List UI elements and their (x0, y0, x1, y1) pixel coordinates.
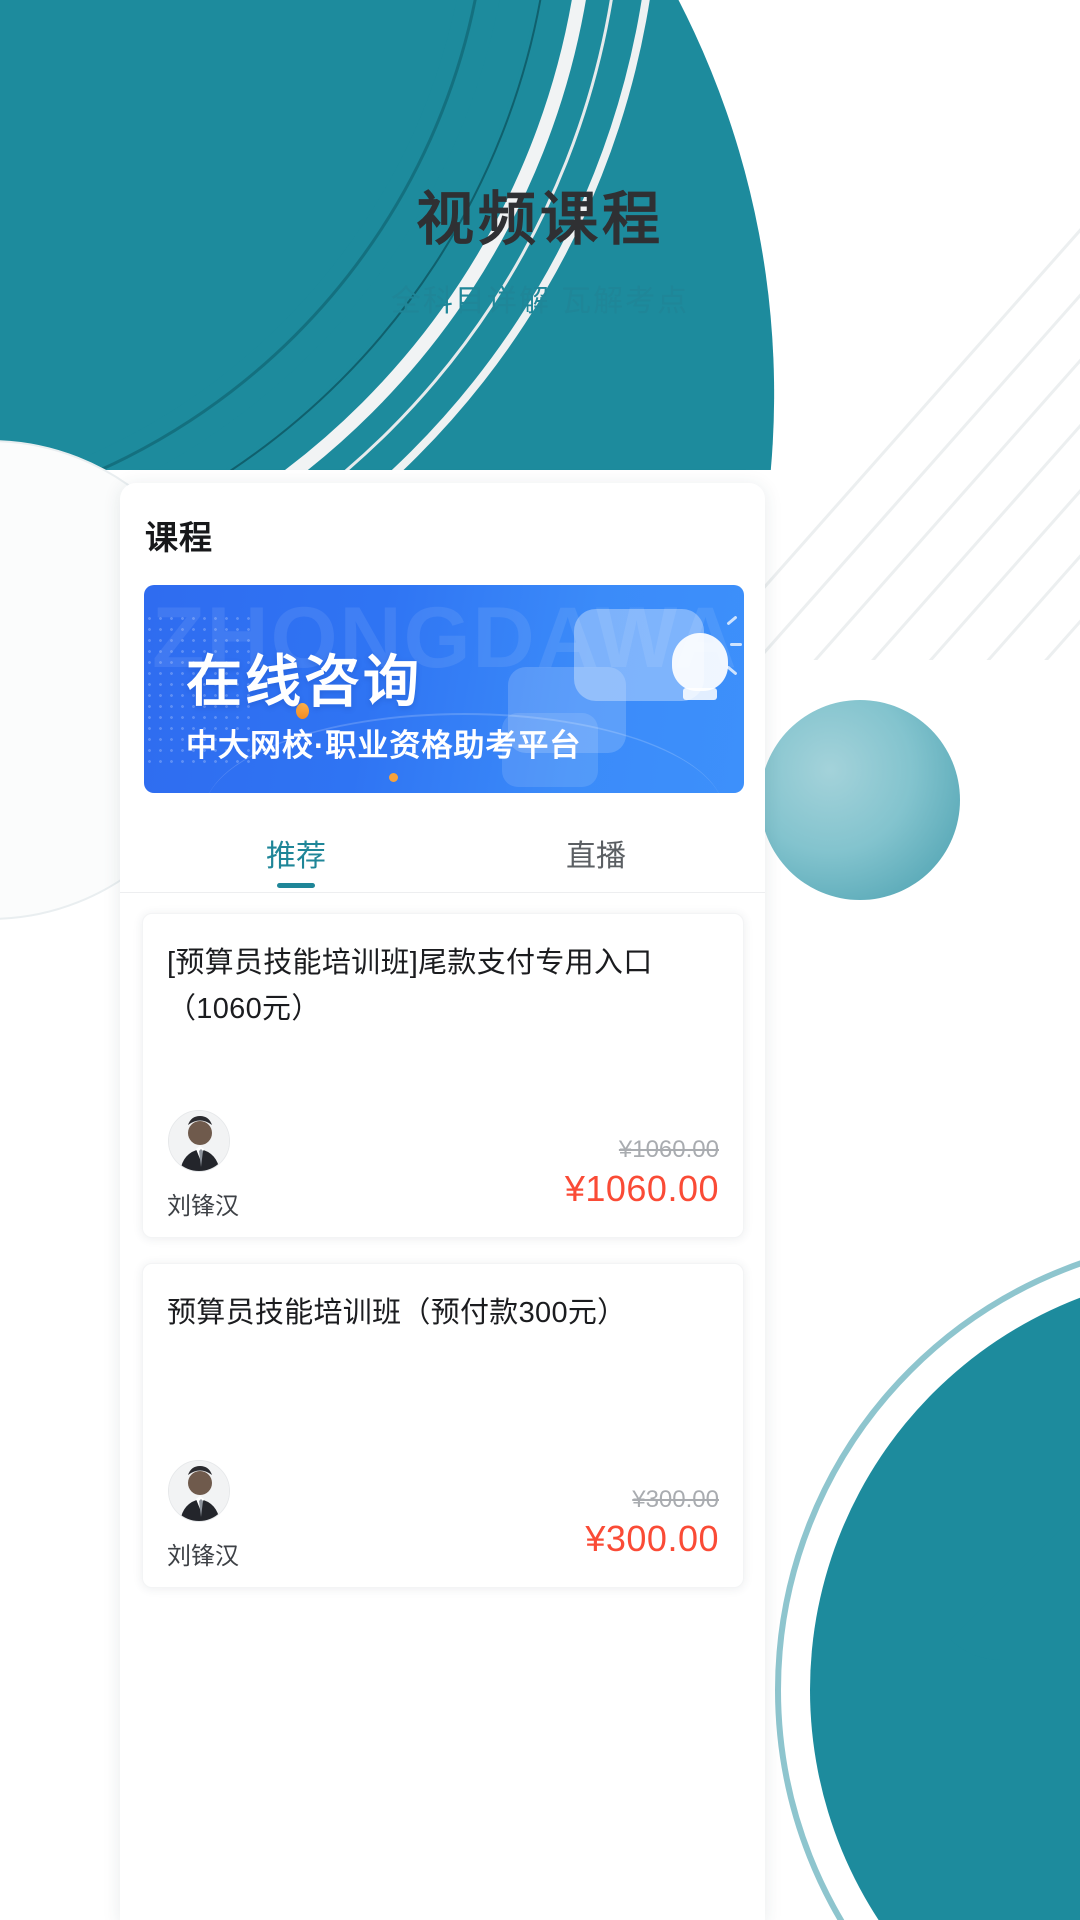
price-current: ¥1060.00 (564, 1168, 719, 1209)
tab-live[interactable]: 直播 (496, 831, 696, 875)
tab-recommended[interactable]: 推荐 (196, 831, 396, 888)
course-panel: 课程 ZHONGDAWANGXIAO 在线咨询 中大网校·职业资格助考平台 推荐 (120, 483, 765, 1920)
tab-active-underline (277, 883, 315, 888)
course-card[interactable]: [预算员技能培训班]尾款支付专用入口（1060元） 刘锋汉 ¥1060.00 ¥… (142, 913, 744, 1238)
instructor-name: 刘锋汉 (167, 1543, 239, 1570)
tab-recommended-label: 推荐 (266, 840, 326, 873)
promo-subheadline: 中大网校·职业资格助考平台 (186, 728, 582, 763)
page-title: 视频课程 (415, 187, 664, 252)
price-original: ¥300.00 (632, 1486, 719, 1513)
course-card[interactable]: 预算员技能培训班（预付款300元） 刘锋汉 ¥300.00 ¥300.00 (142, 1263, 744, 1588)
avatar (168, 1460, 230, 1522)
instructor-name: 刘锋汉 (167, 1193, 239, 1220)
page-subtitle: 全科目详解 瓦解考点 (390, 285, 690, 318)
price-current: ¥300.00 (585, 1518, 719, 1559)
page-header: 视频课程 全科目详解 瓦解考点 (0, 0, 1080, 470)
promo-headline: 在线咨询 (186, 650, 422, 713)
panel-heading: 课程 (145, 519, 213, 556)
accent-dot-small-icon (389, 773, 398, 782)
price-original: ¥1060.00 (618, 1136, 719, 1163)
lightbulb-icon (672, 633, 728, 691)
avatar (168, 1110, 230, 1172)
decorative-circle-right (760, 700, 960, 900)
course-title: [预算员技能培训班]尾款支付专用入口（1060元） (167, 947, 653, 1025)
course-title: 预算员技能培训班（预付款300元） (167, 1297, 627, 1329)
page-root: 视频课程 全科目详解 瓦解考点 课程 ZHONGDAWANGXIAO 在线咨询 … (0, 0, 1080, 1920)
tab-live-label: 直播 (566, 840, 626, 873)
course-tabs: 推荐 直播 (120, 819, 765, 893)
spark-icon (730, 643, 742, 646)
promo-banner[interactable]: ZHONGDAWANGXIAO 在线咨询 中大网校·职业资格助考平台 (144, 585, 744, 793)
lightbulb-base-icon (683, 688, 717, 700)
